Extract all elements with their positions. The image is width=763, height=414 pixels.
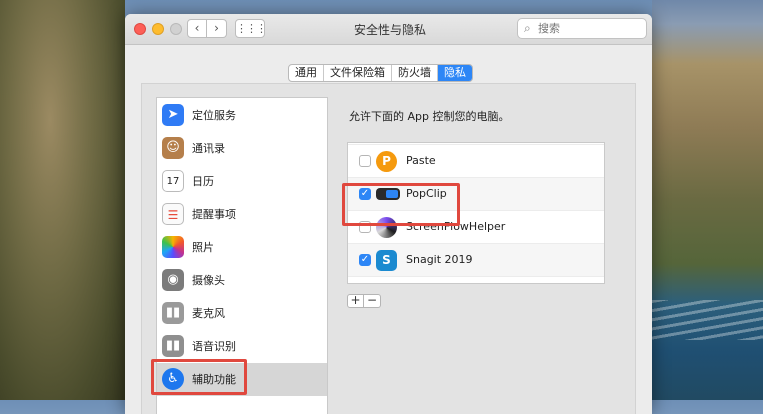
paste-app-icon: P	[376, 151, 397, 172]
zoom-window-button[interactable]	[170, 23, 182, 35]
app-row-snagit[interactable]: ✓ S Snagit 2019	[348, 244, 604, 277]
app-name: Snagit 2019	[406, 253, 473, 266]
remove-app-button[interactable]: −	[364, 294, 381, 308]
wallpaper-surf	[652, 300, 763, 340]
microphone-waveform-icon: ▮▮	[162, 302, 184, 324]
close-window-button[interactable]	[134, 23, 146, 35]
tab-filevault[interactable]: 文件保险箱	[324, 65, 392, 81]
sidebar-item-label: 语音识别	[192, 340, 236, 353]
app-row-paste[interactable]: P Paste	[348, 145, 604, 178]
sidebar-item-calendar[interactable]: 17 日历	[157, 165, 327, 198]
sidebar-item-camera[interactable]: ◉ 摄像头	[157, 264, 327, 297]
search-icon: ⌕	[524, 21, 531, 35]
contacts-book-icon: ☺	[162, 137, 184, 159]
forward-button[interactable]: ›	[207, 19, 227, 38]
sidebar-item-microphone[interactable]: ▮▮ 麦克风	[157, 297, 327, 330]
security-privacy-window: ‹ › ⋮⋮⋮ 安全性与隐私 ⌕ 通用 文件保险箱 防火墙 隐私 ➤ 定位服务 …	[125, 14, 652, 414]
speech-waveform-icon: ▮▮	[162, 335, 184, 357]
paste-checkbox[interactable]	[359, 155, 371, 167]
reminders-icon: ☰	[162, 203, 184, 225]
add-app-button[interactable]: +	[347, 294, 364, 308]
search-input[interactable]	[538, 20, 642, 37]
sidebar-item-label: 定位服务	[192, 109, 236, 122]
popclip-highlight-box	[342, 183, 460, 226]
window-title: 安全性与隐私	[353, 23, 426, 37]
calendar-icon: 17	[162, 170, 184, 192]
location-arrow-icon: ➤	[162, 104, 184, 126]
back-button[interactable]: ‹	[187, 19, 207, 38]
desktop-wallpaper-right	[652, 0, 763, 400]
minimize-window-button[interactable]	[152, 23, 164, 35]
sidebar-item-label: 照片	[192, 241, 214, 254]
camera-icon: ◉	[162, 269, 184, 291]
tab-bar: 通用 文件保险箱 防火墙 隐私	[288, 64, 473, 82]
desktop-wallpaper-left	[0, 0, 125, 400]
search-box[interactable]: ⌕	[517, 18, 647, 39]
tab-general[interactable]: 通用	[289, 65, 324, 81]
sidebar-item-reminders[interactable]: ☰ 提醒事项	[157, 198, 327, 231]
snagit-app-icon: S	[376, 250, 397, 271]
sidebar-item-label: 提醒事项	[192, 208, 236, 221]
sidebar-item-label: 日历	[192, 175, 214, 188]
sidebar-item-contacts[interactable]: ☺ 通讯录	[157, 132, 327, 165]
snagit-checkbox[interactable]: ✓	[359, 254, 371, 266]
sidebar-item-label: 麦克风	[192, 307, 225, 320]
title-bar: ‹ › ⋮⋮⋮ 安全性与隐私 ⌕	[125, 14, 652, 45]
app-name: Paste	[406, 154, 436, 167]
show-all-grid-button[interactable]: ⋮⋮⋮	[235, 19, 267, 38]
accessibility-description: 允许下面的 App 控制您的电脑。	[349, 110, 510, 123]
photos-icon	[162, 236, 184, 258]
accessibility-highlight-box	[151, 359, 247, 395]
sidebar-item-label: 通讯录	[192, 142, 225, 155]
sidebar-item-label: 摄像头	[192, 274, 225, 287]
sidebar-item-location[interactable]: ➤ 定位服务	[157, 99, 327, 132]
tab-firewall[interactable]: 防火墙	[392, 65, 438, 81]
tab-privacy[interactable]: 隐私	[438, 65, 472, 81]
sidebar-item-photos[interactable]: 照片	[157, 231, 327, 264]
